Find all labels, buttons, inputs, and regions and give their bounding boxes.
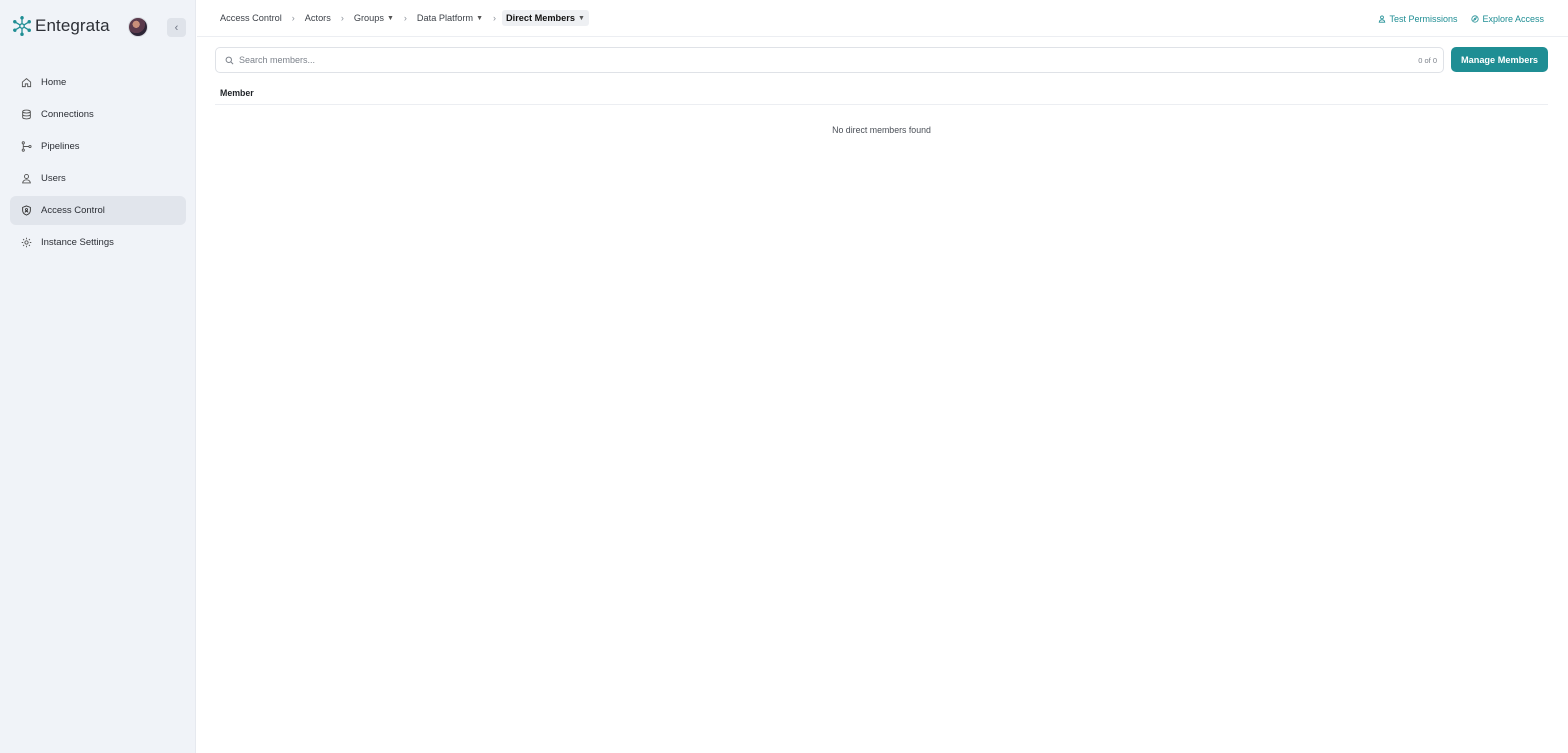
user-check-icon xyxy=(1379,15,1386,23)
breadcrumb-actors[interactable]: Actors xyxy=(301,10,335,26)
breadcrumb-separator-icon: › xyxy=(403,13,407,23)
members-table-header: Member xyxy=(215,82,1548,105)
compass-icon xyxy=(1471,14,1480,23)
manage-members-button[interactable]: Manage Members xyxy=(1451,47,1548,72)
breadcrumb-label: Access Control xyxy=(220,13,282,23)
sidebar-item-access-control[interactable]: Access Control xyxy=(10,196,186,225)
breadcrumb-label: Data Platform xyxy=(416,13,474,23)
column-header-member[interactable]: Member xyxy=(220,88,254,98)
pipeline-icon xyxy=(21,141,32,152)
test-permissions-link[interactable]: Test Permissions xyxy=(1378,14,1457,24)
breadcrumb-data-platform[interactable]: Data Platform ▼ xyxy=(413,10,487,26)
sidebar-item-home[interactable]: Home xyxy=(10,68,186,97)
brand-logo-link[interactable]: Entegrata xyxy=(12,14,110,38)
search-input[interactable] xyxy=(239,55,1419,65)
sidebar-item-connections[interactable]: Connections xyxy=(10,100,186,129)
explore-access-label: Explore Access xyxy=(1482,13,1544,24)
snowflake-logo-icon xyxy=(12,16,32,36)
breadcrumb-label: Direct Members xyxy=(506,13,575,23)
user-icon xyxy=(21,173,32,184)
result-count: 0 of 0 xyxy=(1418,55,1437,65)
sidebar-item-users[interactable]: Users xyxy=(10,164,186,193)
sidebar: Entegrata ‹ Home Connections Pipelines U… xyxy=(0,0,196,753)
sidebar-nav: Home Connections Pipelines Users Access … xyxy=(10,68,186,260)
sidebar-item-label: Instance Settings xyxy=(41,237,114,248)
chevron-left-icon: ‹ xyxy=(174,21,179,34)
breadcrumb-label: Actors xyxy=(304,13,331,23)
member-search-box[interactable]: 0 of 0 xyxy=(215,47,1444,73)
empty-state-message: No direct members found xyxy=(832,125,931,135)
breadcrumb-direct-members[interactable]: Direct Members ▼ xyxy=(502,10,589,26)
test-permissions-label: Test Permissions xyxy=(1389,13,1458,24)
sidebar-item-label: Connections xyxy=(41,109,94,120)
sidebar-item-instance-settings[interactable]: Instance Settings xyxy=(10,228,186,257)
search-icon xyxy=(225,56,234,65)
shield-icon xyxy=(21,205,32,216)
breadcrumb-label: Groups xyxy=(353,13,384,23)
collapse-sidebar-button[interactable]: ‹ xyxy=(167,18,186,37)
caret-down-icon: ▼ xyxy=(386,14,394,22)
brand-name: Entegrata xyxy=(35,16,110,35)
breadcrumb-separator-icon: › xyxy=(493,13,497,23)
header-actions: Test Permissions Explore Access xyxy=(1378,0,1544,37)
top-header: Access Control › Actors › Groups ▼ › Dat… xyxy=(197,0,1568,37)
breadcrumb-groups[interactable]: Groups ▼ xyxy=(350,10,398,26)
sidebar-item-label: Pipelines xyxy=(41,141,80,152)
sidebar-item-pipelines[interactable]: Pipelines xyxy=(10,132,186,161)
explore-access-link[interactable]: Explore Access xyxy=(1471,14,1544,24)
breadcrumb: Access Control › Actors › Groups ▼ › Dat… xyxy=(216,9,589,27)
breadcrumb-access-control[interactable]: Access Control xyxy=(216,10,286,26)
caret-down-icon: ▼ xyxy=(577,14,585,22)
breadcrumb-separator-icon: › xyxy=(291,13,295,23)
caret-down-icon: ▼ xyxy=(476,14,484,22)
home-icon xyxy=(21,77,32,88)
breadcrumb-separator-icon: › xyxy=(340,13,344,23)
sidebar-item-label: Users xyxy=(41,173,66,184)
sidebar-item-label: Home xyxy=(41,77,67,88)
database-icon xyxy=(21,109,32,120)
sidebar-item-label: Access Control xyxy=(41,205,105,216)
user-avatar[interactable] xyxy=(128,17,148,37)
gear-icon xyxy=(21,237,32,248)
